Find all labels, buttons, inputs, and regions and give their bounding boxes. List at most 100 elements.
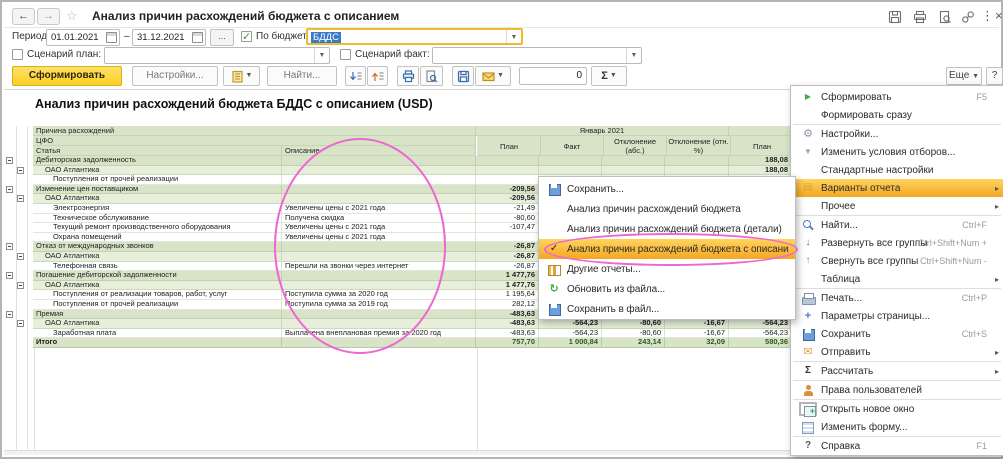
save-icon[interactable] (888, 10, 902, 24)
budget-combo[interactable]: БДДС ▼ (306, 28, 523, 45)
scenario-plan-combo[interactable]: ▼ (104, 47, 330, 64)
send-button[interactable]: ▼ (475, 66, 511, 86)
table-row[interactable]: Дебиторская задолженность 188,08 (4, 156, 792, 166)
table-row[interactable]: ОАО Атлантика 188,08 (4, 166, 792, 176)
collapse-groups-button[interactable] (367, 66, 388, 86)
row-label: Премия (33, 310, 282, 320)
menu-item[interactable]: Права пользователей ▸ (791, 381, 1003, 399)
by-budget-label: По бюджету (256, 31, 312, 42)
header-item[interactable]: Статья (33, 146, 282, 156)
menu-item-label: Развернуть все группы (821, 238, 927, 249)
by-budget-checkbox[interactable] (241, 31, 252, 42)
collapse-group-icon[interactable] (6, 157, 13, 164)
menu-item[interactable]: Формировать сразу ▸ (791, 106, 1003, 124)
date-from-field[interactable]: 01.01.2021 (46, 29, 120, 46)
header-cause[interactable]: Причина расхождений (33, 126, 476, 136)
menu-item[interactable]: Изменить условия отборов... ▸ (791, 143, 1003, 161)
chevron-down-icon[interactable]: ▼ (314, 48, 329, 63)
period-choice-button[interactable]: ... (210, 29, 234, 46)
link-icon[interactable] (961, 10, 975, 24)
menu-item[interactable]: Анализ причин расхождений бюджета с опис… (539, 239, 795, 259)
collapse-group-icon[interactable] (6, 272, 13, 279)
row-label: Электроэнергия (33, 204, 282, 214)
collapse-group-icon[interactable] (17, 282, 24, 289)
menu-item[interactable]: Варианты отчета ▸ (791, 179, 1003, 197)
more-menu: Сформировать F5 ▸ Формировать сразу ▸ На… (790, 85, 1003, 456)
menu-item[interactable]: Анализ причин расхождений бюджета (539, 199, 795, 219)
menu-item[interactable]: Сохранить в файл... (539, 299, 795, 319)
menu-item-label: Варианты отчета (821, 183, 900, 194)
back-button[interactable]: ← (12, 8, 35, 25)
menu-item[interactable]: Параметры страницы... ▸ (791, 307, 1003, 325)
header-dev-rel[interactable]: Отклонение (отн. %) (667, 136, 731, 156)
generate-button[interactable]: Сформировать (12, 66, 122, 86)
header-dev-abs[interactable]: Отклонение (абс.) (604, 136, 667, 156)
date-to-field[interactable]: 31.12.2021 (132, 29, 206, 46)
collapse-group-icon[interactable] (6, 243, 13, 250)
menu-item[interactable]: Справка F1 ▸ (791, 437, 1003, 455)
menu-item[interactable]: Изменить форму... ▸ (791, 418, 1003, 436)
header-cfo[interactable]: ЦФО (33, 136, 476, 146)
favorite-star-icon[interactable]: ☆ (66, 8, 78, 24)
menu-item[interactable]: Отправить ▸ (791, 343, 1003, 361)
menu-item[interactable]: Развернуть все группы Ctrl+Shift+Num + ▸ (791, 234, 1003, 252)
collapse-group-icon[interactable] (17, 167, 24, 174)
menu-item[interactable]: Печать... Ctrl+P ▸ (791, 289, 1003, 307)
menu-item[interactable]: Сохранить... (539, 179, 795, 199)
menu-item[interactable]: Обновить из файла... (539, 279, 795, 299)
menu-item[interactable]: Настройки... ▸ (791, 125, 1003, 143)
collapse-group-icon[interactable] (17, 253, 24, 260)
find-button[interactable]: Найти... (267, 66, 337, 86)
collapse-group-icon[interactable] (17, 195, 24, 202)
preview-icon[interactable] (938, 10, 952, 24)
menu-item[interactable]: Стандартные настройки ▸ (791, 161, 1003, 179)
calculate-sum-button[interactable]: Σ ▼ (591, 66, 627, 86)
scenario-fact-checkbox[interactable] (340, 49, 351, 60)
settings-button[interactable]: Настройки... (132, 66, 218, 86)
menu-item[interactable]: Сохранить Ctrl+S ▸ (791, 325, 1003, 343)
table-row[interactable]: Заработная плата Выплачена внеплановая п… (4, 329, 792, 339)
print-icon[interactable] (913, 10, 927, 24)
chevron-down-icon[interactable]: ▼ (506, 30, 521, 43)
save-button[interactable] (452, 66, 474, 86)
cell-plan: -26,87 (476, 262, 539, 272)
menu-item[interactable]: Сформировать F5 ▸ (791, 88, 1003, 106)
menu-item[interactable]: Прочее ▸ (791, 197, 1003, 215)
print-preview-button[interactable] (420, 66, 443, 86)
print-button[interactable] (397, 66, 419, 86)
collapse-group-icon[interactable] (17, 320, 24, 327)
scenario-plan-checkbox[interactable] (12, 49, 23, 60)
header-plan[interactable]: План (478, 136, 541, 156)
collapse-group-icon[interactable] (6, 311, 13, 318)
header-fact[interactable]: Факт (541, 136, 604, 156)
header-description[interactable]: Описание (282, 146, 476, 156)
close-icon[interactable]: × (995, 8, 1003, 23)
table-row[interactable]: ОАО Атлантика -483,63 -564,23 -80,60 -16… (4, 319, 792, 329)
scenario-fact-combo[interactable]: ▼ (432, 47, 642, 64)
calendar-icon[interactable] (106, 32, 117, 43)
menu-item[interactable]: Таблица ▸ (791, 270, 1003, 288)
menu-item[interactable]: Рассчитать ▸ (791, 362, 1003, 380)
calendar-icon[interactable] (192, 32, 203, 43)
forward-button[interactable]: → (37, 8, 60, 25)
menu-item[interactable]: Другие отчеты... (539, 259, 795, 279)
tree-gutter (4, 156, 33, 166)
expand-groups-button[interactable] (345, 66, 366, 86)
gutter-spacer (4, 146, 33, 156)
more-button[interactable]: Еще ▼ (946, 67, 982, 85)
header-month[interactable]: Январь 2021 (476, 126, 729, 136)
menu-item[interactable]: Анализ причин расхождений бюджета (детал… (539, 219, 795, 239)
menu-item[interactable]: Найти... Ctrl+F ▸ (791, 216, 1003, 234)
header-plan2[interactable]: План (731, 136, 794, 156)
date-separator: – (124, 31, 130, 42)
help-button[interactable]: ? (986, 67, 1003, 85)
more-dots-icon[interactable]: ⋮ (981, 8, 994, 24)
chevron-down-icon[interactable]: ▼ (626, 48, 641, 63)
table-row[interactable]: Итого 757,70 1 000,84 243,14 32,09 580,3… (4, 338, 792, 348)
tree-gutter (4, 310, 33, 320)
report-variants-button[interactable]: ▼ (223, 66, 260, 86)
counter-field[interactable]: 0 (519, 67, 587, 85)
collapse-group-icon[interactable] (6, 186, 13, 193)
menu-item[interactable]: Свернуть все группы Ctrl+Shift+Num - ▸ (791, 252, 1003, 270)
menu-item[interactable]: Открыть новое окно ▸ (791, 400, 1003, 418)
